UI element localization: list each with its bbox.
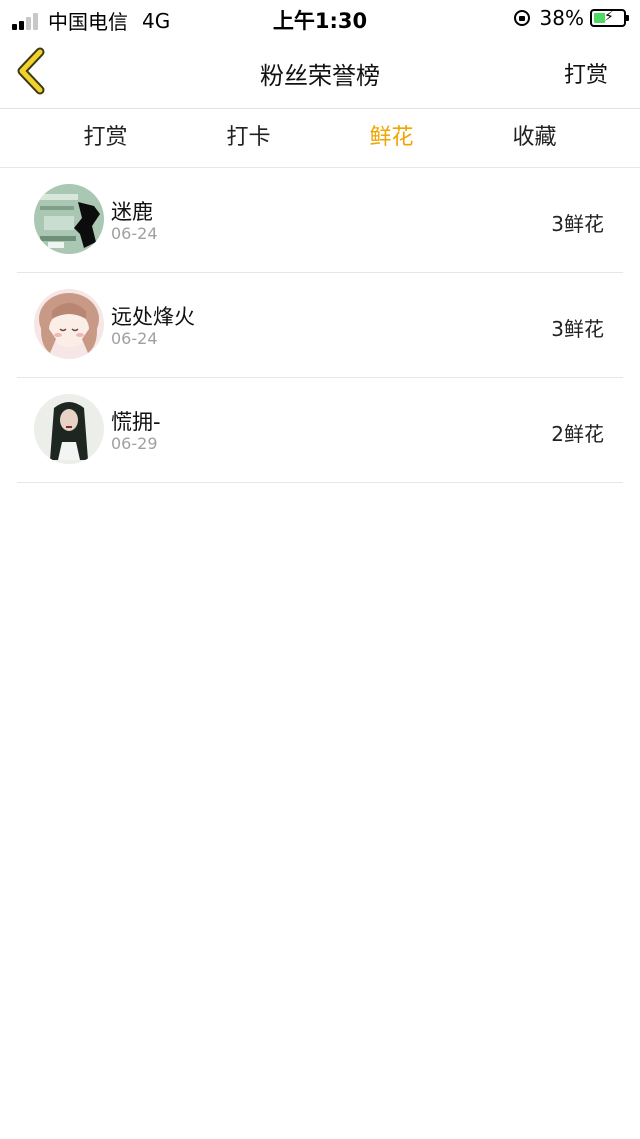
page-title: 粉丝荣誉榜 xyxy=(260,62,380,90)
rotation-lock-icon xyxy=(513,10,530,26)
avatar xyxy=(34,289,104,359)
flower-count: 3鲜花 xyxy=(551,317,604,341)
fan-name: 远处烽火 xyxy=(111,305,195,329)
flower-count: 2鲜花 xyxy=(551,422,604,446)
avatar xyxy=(34,184,104,254)
tab-favorites[interactable]: 收藏 xyxy=(463,109,606,167)
fan-date: 06-24 xyxy=(111,329,158,348)
battery-icon: ⚡ xyxy=(590,9,629,27)
battery-percent: 38% xyxy=(539,6,584,30)
list-item[interactable]: 慌拥- 06-29 2鲜花 xyxy=(17,378,623,483)
nav-bar: 粉丝荣誉榜 打赏 xyxy=(0,36,640,109)
list-item[interactable]: 迷鹿 06-24 3鲜花 xyxy=(17,168,623,273)
status-right: 38% ⚡ xyxy=(513,6,629,30)
charging-icon: ⚡ xyxy=(604,9,614,25)
status-bar: 中国电信 4G 上午1:30 38% ⚡ xyxy=(0,0,640,36)
fan-name: 慌拥- xyxy=(111,410,161,434)
fan-date: 06-29 xyxy=(111,434,158,453)
fan-list: 迷鹿 06-24 3鲜花 远处烽火 06-24 3鲜花 慌拥- 06-29 2鲜… xyxy=(17,168,623,483)
avatar xyxy=(34,394,104,464)
tab-bar: 打赏 打卡 鲜花 收藏 xyxy=(0,109,640,168)
tab-reward[interactable]: 打赏 xyxy=(34,109,177,167)
tab-flowers[interactable]: 鲜花 xyxy=(320,109,463,167)
screen: 中国电信 4G 上午1:30 38% ⚡ 粉丝荣誉榜 打赏 打赏 打卡 鲜花 收… xyxy=(0,0,640,1139)
fan-name: 迷鹿 xyxy=(111,200,153,224)
tab-checkin[interactable]: 打卡 xyxy=(177,109,320,167)
reward-button[interactable]: 打赏 xyxy=(564,57,608,89)
list-item[interactable]: 远处烽火 06-24 3鲜花 xyxy=(17,273,623,378)
flower-count: 3鲜花 xyxy=(551,212,604,236)
fan-date: 06-24 xyxy=(111,224,158,243)
